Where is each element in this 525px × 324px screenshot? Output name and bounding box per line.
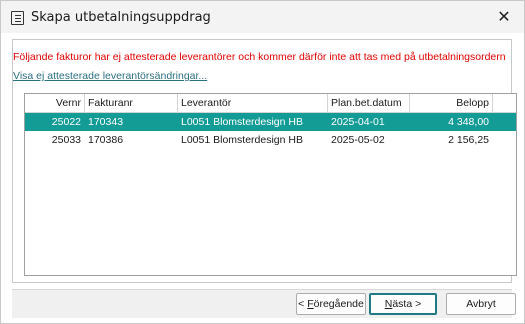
warning-message: Följande fakturor har ej attesterade lev… [13,51,506,63]
window-title: Skapa utbetalningsuppdrag [31,10,211,25]
column-header-belopp[interactable]: Belopp [410,94,493,112]
column-header-plan-bet-datum[interactable]: Plan.bet.datum [328,94,410,112]
cell-leverantor: L0051 Blomsterdesign HB [181,116,303,128]
previous-button-prefix: < [298,298,308,310]
column-header-leverantor[interactable]: Leverantör [178,94,328,112]
button-bar [12,289,512,318]
close-icon[interactable]: ✕ [484,1,524,33]
previous-button-label: öregående [313,298,364,310]
cell-fakturanr: 170386 [88,134,124,146]
cell-plan-bet-datum: 2025-05-02 [331,134,385,146]
cancel-button[interactable]: Avbryt [446,293,516,315]
grid-header: Vernr Fakturanr Leverantör Plan.bet.datu… [25,94,516,113]
invoice-grid[interactable]: Vernr Fakturanr Leverantör Plan.bet.datu… [24,93,517,276]
next-button[interactable]: Nästa > [369,293,437,315]
previous-button[interactable]: < Föregående [296,293,366,315]
column-header-fakturanr[interactable]: Fakturanr [85,94,178,112]
cell-belopp: 4 348,00 [448,116,489,128]
cell-plan-bet-datum: 2025-04-01 [331,116,385,128]
cell-fakturanr: 170343 [88,116,124,128]
table-row[interactable]: 25022 170343 L0051 Blomsterdesign HB 202… [25,113,516,131]
cell-vernr: 25033 [51,134,81,146]
cell-leverantor: L0051 Blomsterdesign HB [181,134,303,146]
title-bar: Skapa utbetalningsuppdrag ✕ [1,1,524,33]
table-row[interactable]: 25033 170386 L0051 Blomsterdesign HB 202… [25,131,516,149]
cell-vernr: 25022 [51,116,81,128]
show-unattested-link[interactable]: Visa ej attesterade leverantörsändringar… [13,70,207,82]
column-header-vernr[interactable]: Vernr [25,94,85,112]
cell-belopp: 2 156,25 [448,134,489,146]
next-button-label: ästa > [392,298,422,310]
document-icon [11,11,24,25]
